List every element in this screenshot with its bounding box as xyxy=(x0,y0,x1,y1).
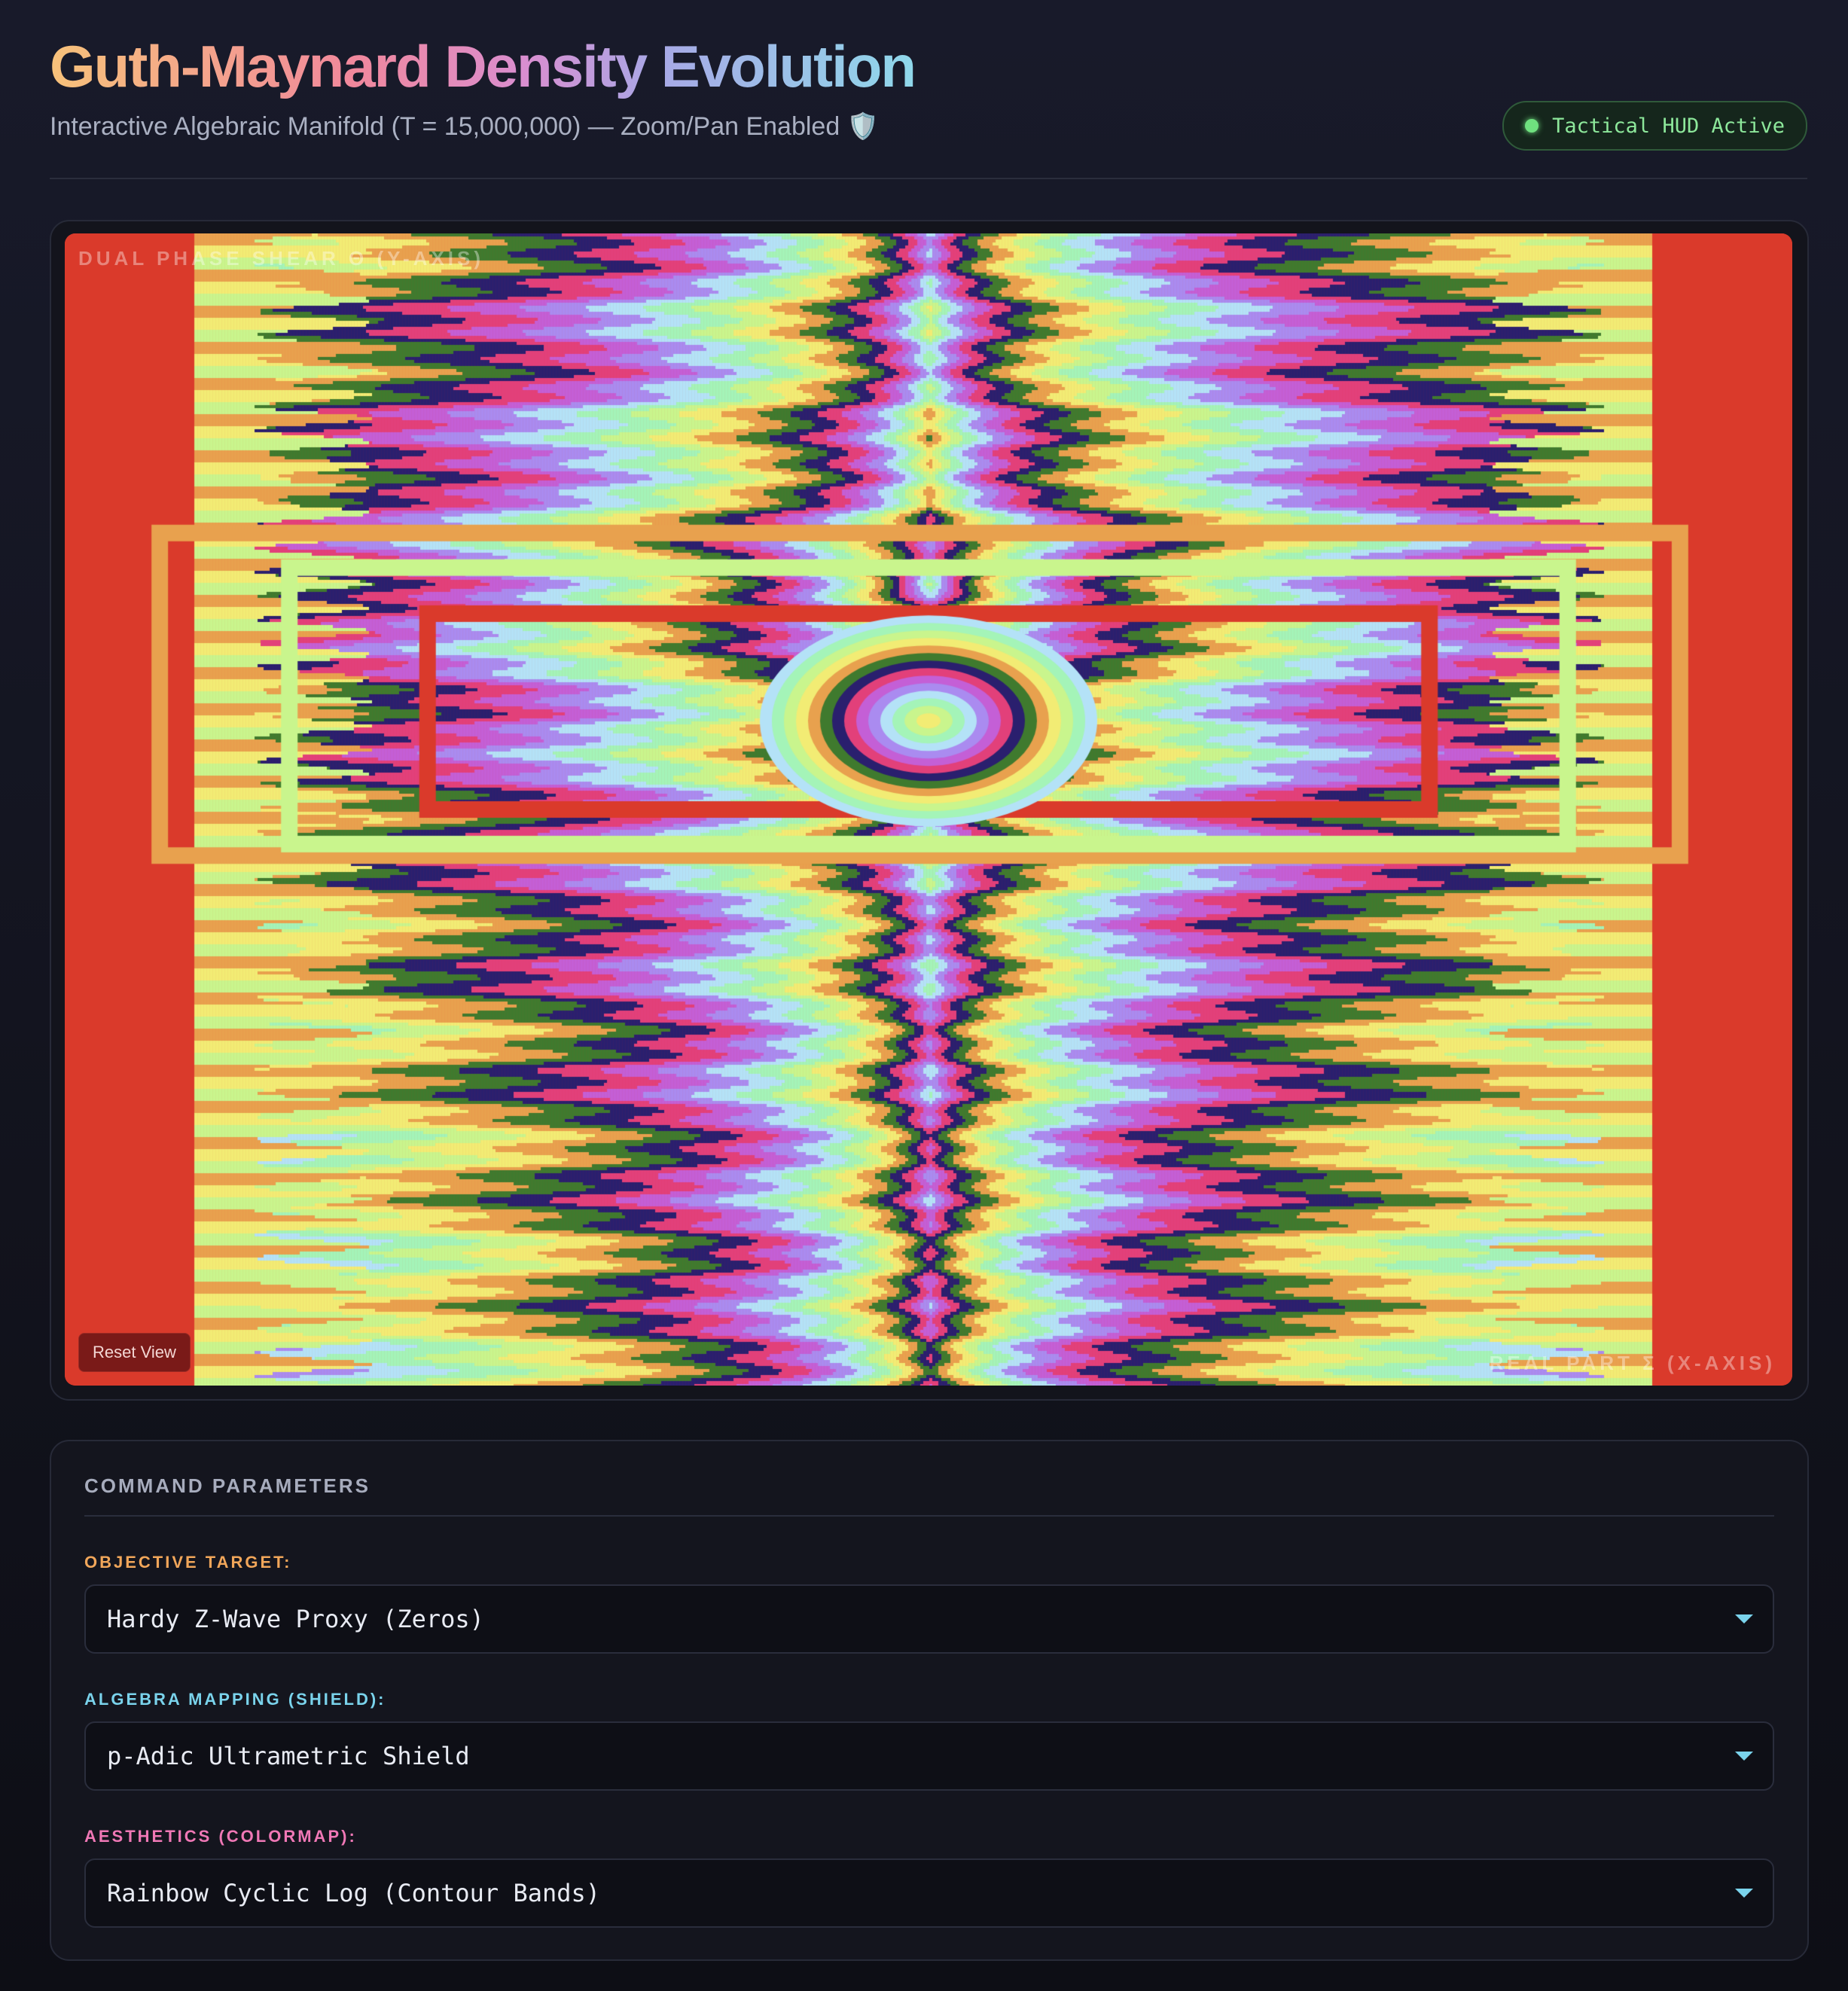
algebra-mapping-select[interactable]: p-Adic Ultrametric Shield xyxy=(84,1721,1774,1791)
algebra-mapping-value: p-Adic Ultrametric Shield xyxy=(107,1742,470,1770)
status-badge: Tactical HUD Active xyxy=(1502,101,1807,151)
objective-target-select[interactable]: Hardy Z-Wave Proxy (Zeros) xyxy=(84,1584,1774,1654)
page-title: Guth-Maynard Density Evolution xyxy=(50,30,916,102)
chevron-down-icon xyxy=(1735,1752,1753,1761)
command-parameters-panel: COMMAND PARAMETERS OBJECTIVE TARGET: Har… xyxy=(50,1440,1809,1961)
page-subtitle: Interactive Algebraic Manifold (T = 15,0… xyxy=(50,112,880,141)
objective-target-value: Hardy Z-Wave Proxy (Zeros) xyxy=(107,1605,484,1633)
divider xyxy=(84,1515,1774,1517)
aesthetics-colormap-label: AESTHETICS (COLORMAP): xyxy=(84,1827,357,1846)
x-axis-label: REAL PART Σ (X-AXIS) xyxy=(1489,1352,1776,1374)
params-heading: COMMAND PARAMETERS xyxy=(84,1474,371,1497)
objective-target-label: OBJECTIVE TARGET: xyxy=(84,1553,292,1572)
chevron-down-icon xyxy=(1735,1889,1753,1898)
algebra-mapping-label: ALGEBRA MAPPING (SHIELD): xyxy=(84,1690,386,1709)
status-dot-icon xyxy=(1525,119,1539,133)
chevron-down-icon xyxy=(1735,1614,1753,1624)
aesthetics-colormap-select[interactable]: Rainbow Cyclic Log (Contour Bands) xyxy=(84,1858,1774,1928)
manifold-viewport[interactable]: DUAL PHASE SHEAR Θ (Y-AXIS) REAL PART Σ … xyxy=(65,233,1792,1386)
aesthetics-colormap-value: Rainbow Cyclic Log (Contour Bands) xyxy=(107,1879,601,1907)
status-badge-label: Tactical HUD Active xyxy=(1552,114,1785,138)
y-axis-label: DUAL PHASE SHEAR Θ (Y-AXIS) xyxy=(78,247,485,270)
page-header: Guth-Maynard Density Evolution Interacti… xyxy=(50,30,1807,179)
reset-view-button[interactable]: Reset View xyxy=(78,1333,191,1372)
manifold-canvas[interactable] xyxy=(65,233,1792,1386)
visualization-panel: DUAL PHASE SHEAR Θ (Y-AXIS) REAL PART Σ … xyxy=(50,220,1809,1401)
